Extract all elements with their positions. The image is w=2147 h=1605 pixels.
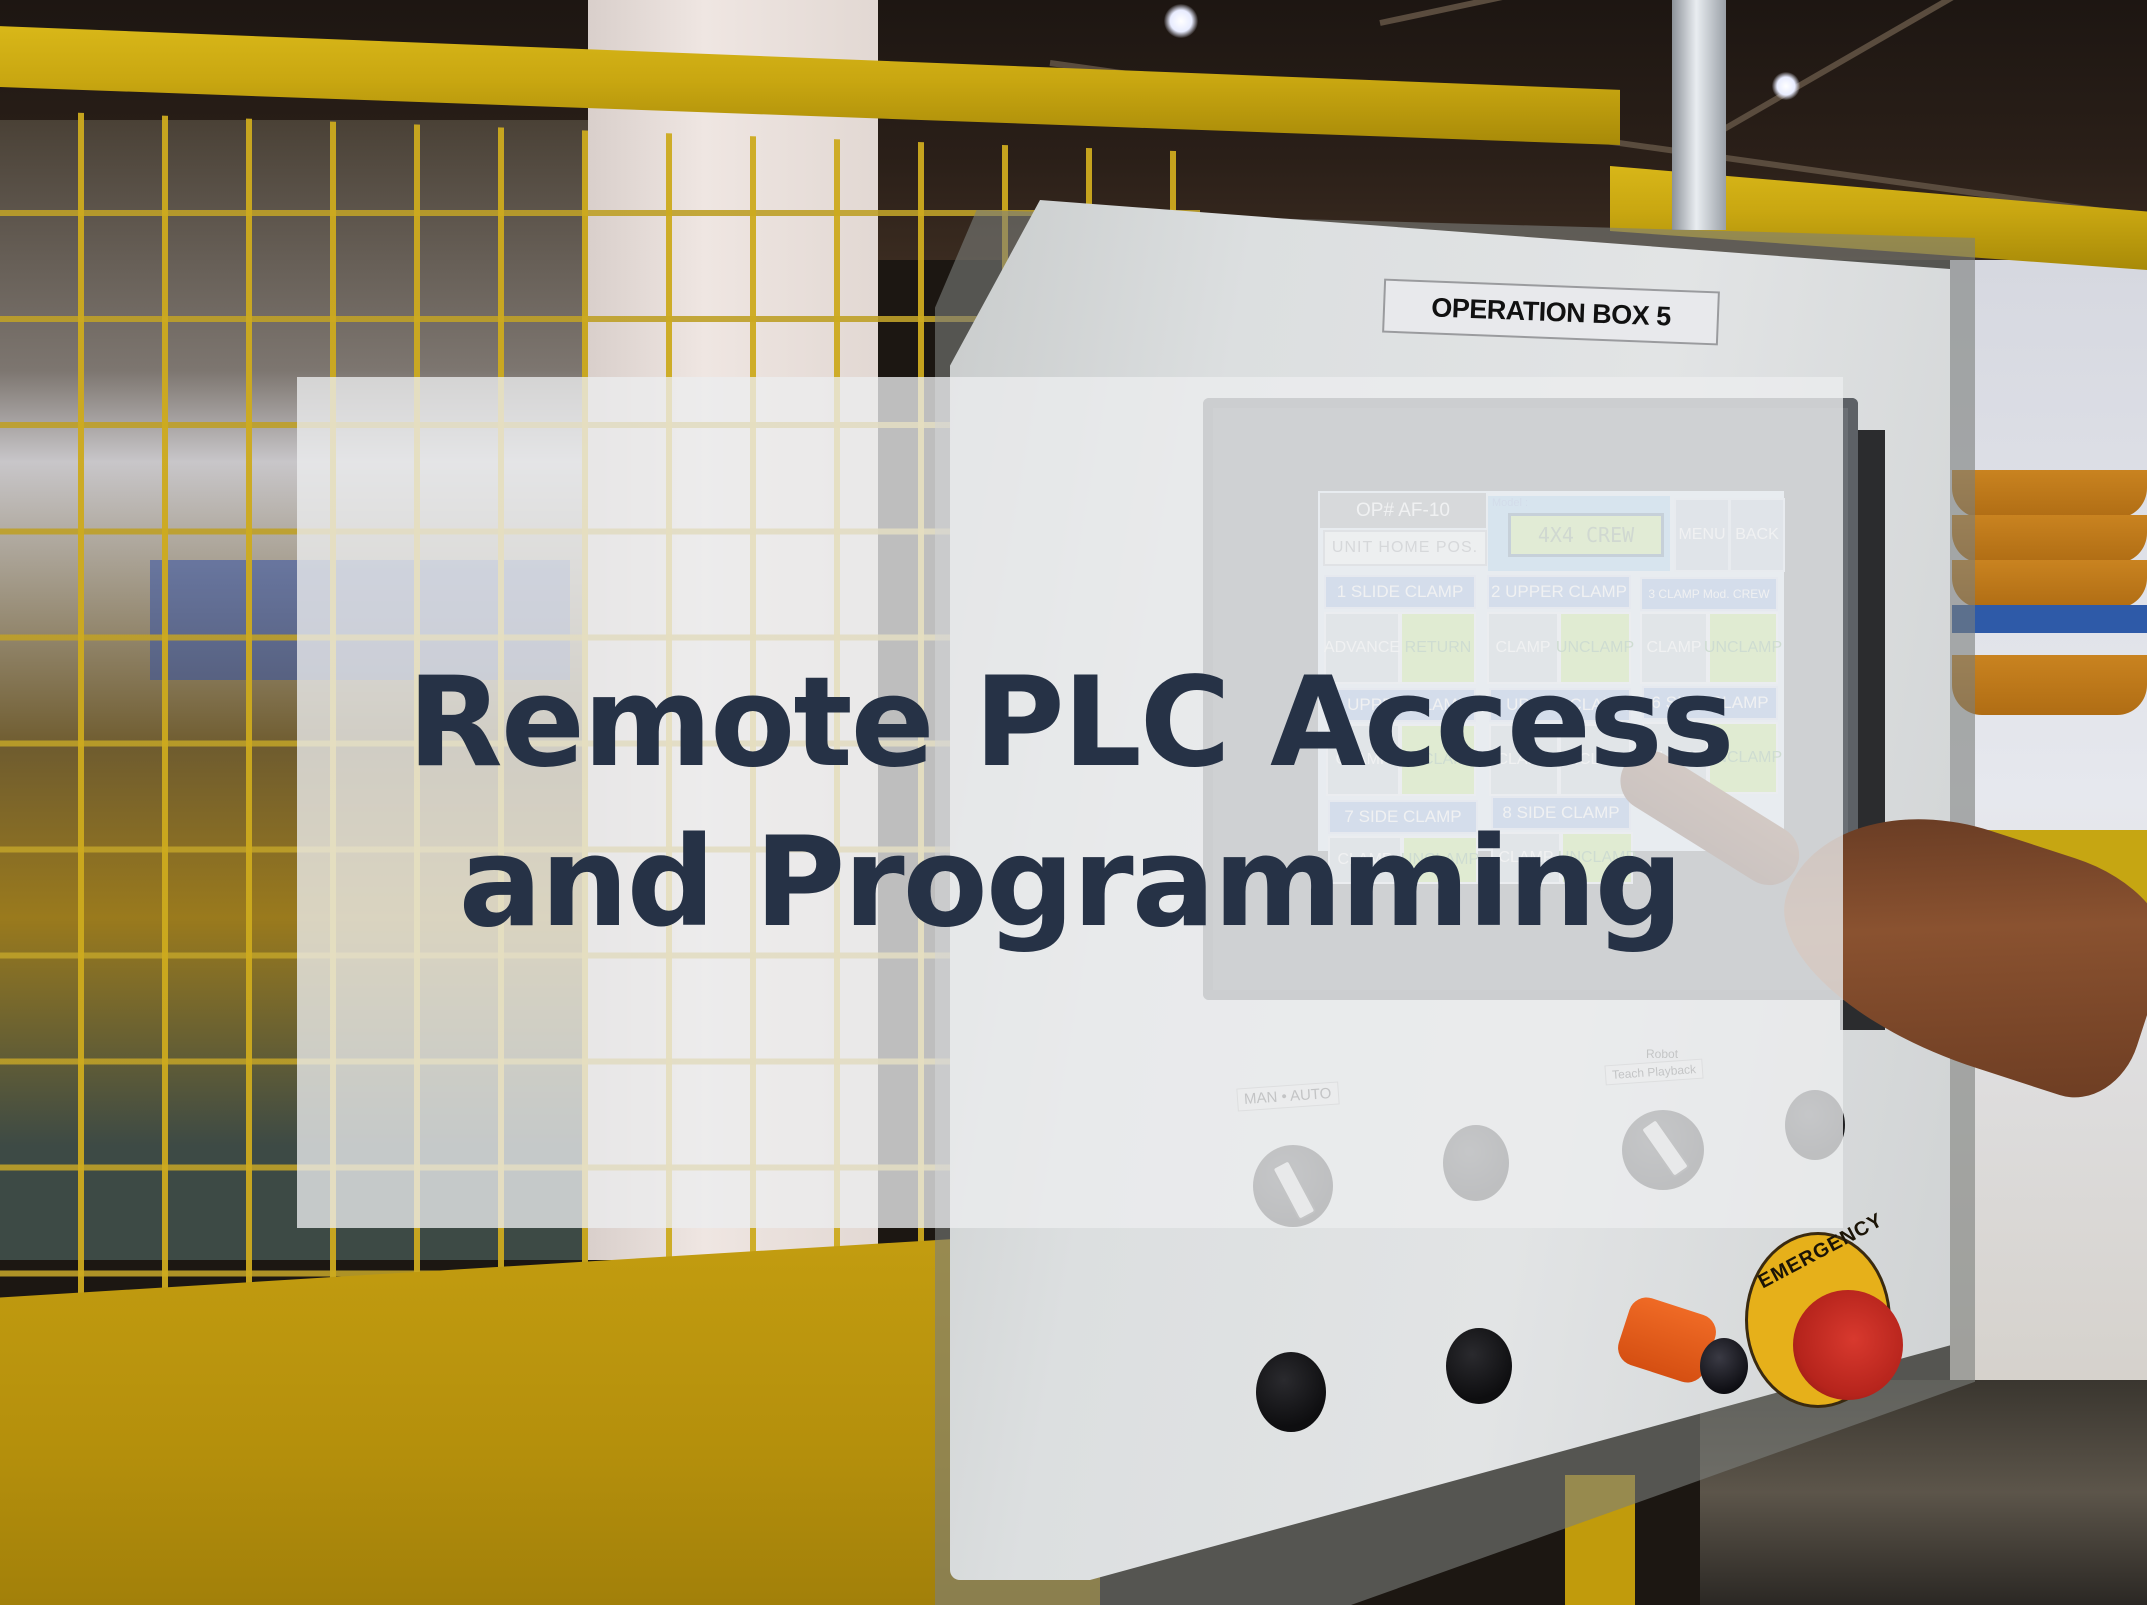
hero-title-line-1: Remote PLC Access [407, 650, 1734, 795]
orange-fixture-rail [1952, 655, 2147, 715]
orange-fixture-rail [1952, 515, 2147, 563]
orange-fixture-rail [1952, 470, 2147, 518]
conduit-pole [1672, 0, 1726, 230]
emergency-stop-button[interactable] [1793, 1290, 1903, 1400]
key-switch-knob[interactable] [1700, 1338, 1748, 1394]
ceiling-lamp [1164, 4, 1198, 38]
orange-fixture-rail [1952, 560, 2147, 608]
blue-fixture-stripe [1952, 605, 2147, 633]
black-push-button[interactable] [1446, 1328, 1512, 1404]
ceiling-lamp [1772, 72, 1800, 100]
black-push-button[interactable] [1256, 1352, 1326, 1432]
hero-title: Remote PLC Access and Programming [297, 377, 1843, 1228]
hero-title-line-2: and Programming [458, 810, 1684, 955]
